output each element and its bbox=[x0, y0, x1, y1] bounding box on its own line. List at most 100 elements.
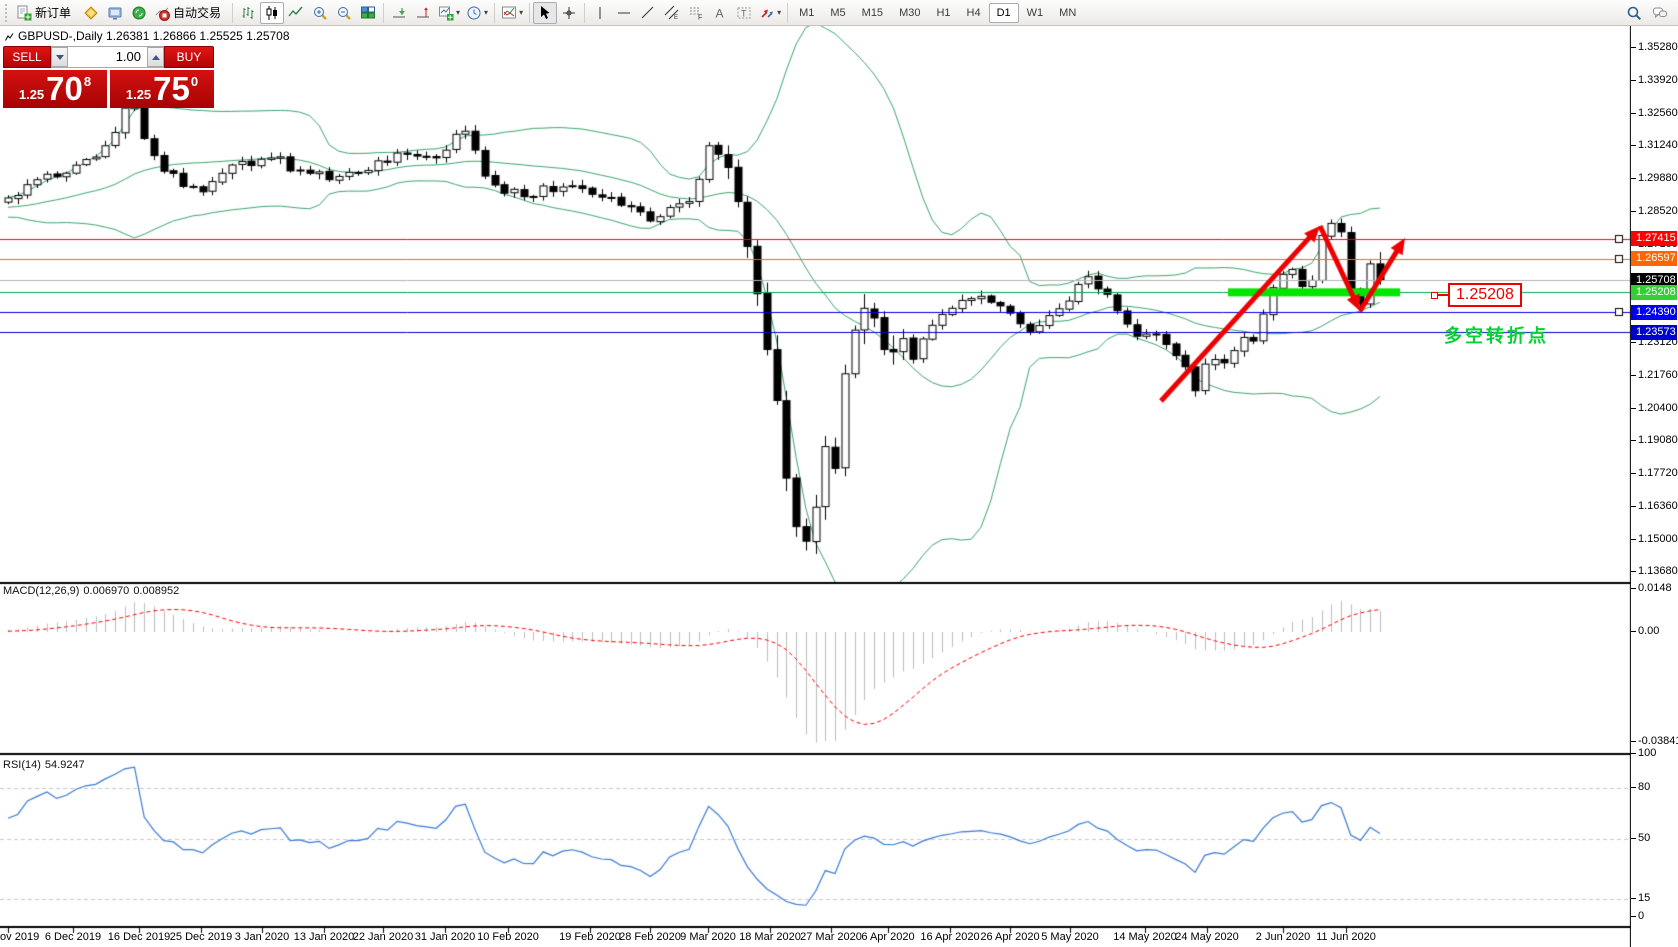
timeframe-button-mn[interactable]: MN bbox=[1051, 3, 1084, 23]
text-button[interactable]: A bbox=[708, 2, 732, 24]
shapes-dropdown[interactable]: ▾ bbox=[756, 2, 784, 24]
price-axis[interactable]: 1.352801.339201.325601.312401.298801.285… bbox=[1631, 26, 1678, 947]
date-tick-label: 6 Apr 2020 bbox=[861, 931, 914, 943]
new-order-icon bbox=[16, 5, 32, 21]
toolbar: 新订单 自动交易 bbox=[0, 0, 1678, 26]
terminal-button[interactable] bbox=[127, 2, 151, 24]
search-icon[interactable] bbox=[1626, 5, 1642, 21]
price-tick-label: 1.13680 bbox=[1638, 565, 1678, 577]
date-tick-label: 3 Jan 2020 bbox=[235, 931, 289, 943]
date-tick-label: 19 Feb 2020 bbox=[559, 931, 621, 943]
timeframe-button-m15[interactable]: M15 bbox=[854, 3, 891, 23]
timeframe-button-m5[interactable]: M5 bbox=[822, 3, 853, 23]
volume-decrease-button[interactable] bbox=[51, 47, 68, 67]
zoom-out-button[interactable] bbox=[332, 2, 356, 24]
volume-increase-button[interactable] bbox=[147, 47, 164, 67]
macd-scale-label: -0.038415 bbox=[1638, 735, 1678, 747]
timeframe-button-w1[interactable]: W1 bbox=[1019, 3, 1052, 23]
price-callout[interactable]: 1.25208 bbox=[1448, 283, 1522, 307]
cursor-button[interactable] bbox=[533, 2, 557, 24]
price-tick-label: 1.29880 bbox=[1638, 172, 1678, 184]
buy-button[interactable]: BUY bbox=[164, 46, 214, 68]
date-tick-label: 25 Dec 2019 bbox=[170, 931, 232, 943]
auto-scroll-button[interactable] bbox=[387, 2, 411, 24]
tile-windows-icon bbox=[360, 5, 376, 21]
navigator-button[interactable] bbox=[103, 2, 127, 24]
rsi-scale-label: 0 bbox=[1638, 910, 1644, 922]
date-tick-label: 10 Feb 2020 bbox=[477, 931, 539, 943]
zoom-in-button[interactable] bbox=[308, 2, 332, 24]
price-badge-1.25208: 1.25208 bbox=[1631, 285, 1677, 300]
volume-input[interactable]: 1.00 bbox=[68, 47, 147, 67]
rsi-scale-label: 100 bbox=[1638, 747, 1656, 759]
volume-control: 1.00 bbox=[51, 46, 164, 68]
sell-price-button[interactable]: 1.25 70 8 bbox=[3, 70, 107, 108]
autotrading-label: 自动交易 bbox=[170, 4, 226, 21]
timeframe-button-h4[interactable]: H4 bbox=[959, 3, 989, 23]
price-badge-1.24390: 1.24390 bbox=[1631, 305, 1677, 320]
date-axis[interactable]: 27 Nov 20196 Dec 201916 Dec 201925 Dec 2… bbox=[0, 928, 1631, 947]
trendline-icon bbox=[640, 5, 656, 21]
price-badge-1.27415: 1.27415 bbox=[1631, 231, 1677, 246]
indicators-dropdown[interactable]: ▾ bbox=[498, 2, 526, 24]
candlestick-button[interactable] bbox=[260, 2, 284, 24]
timeframe-button-m1[interactable]: M1 bbox=[791, 3, 822, 23]
date-tick-label: 6 Dec 2019 bbox=[45, 931, 101, 943]
chat-icon[interactable] bbox=[1652, 5, 1668, 21]
macd-scale-label: 0.0148 bbox=[1638, 582, 1672, 594]
price-tick-label: 1.35280 bbox=[1638, 41, 1678, 53]
zoom-out-icon bbox=[336, 5, 352, 21]
date-tick-label: 2 Jun 2020 bbox=[1256, 931, 1310, 943]
price-tick-label: 1.19080 bbox=[1638, 434, 1678, 446]
price-chart-canvas[interactable] bbox=[0, 26, 1631, 947]
price-tick-label: 1.21760 bbox=[1638, 369, 1678, 381]
horizontal-line-button[interactable] bbox=[612, 2, 636, 24]
price-tick-label: 1.31240 bbox=[1638, 139, 1678, 151]
sell-button[interactable]: SELL bbox=[3, 46, 51, 68]
date-tick-label: 13 Jan 2020 bbox=[294, 931, 355, 943]
timeframe-button-m30[interactable]: M30 bbox=[891, 3, 928, 23]
crosshair-icon bbox=[561, 5, 577, 21]
bar-chart-button[interactable] bbox=[236, 2, 260, 24]
chart-icon bbox=[5, 32, 14, 41]
date-tick-label: 24 May 2020 bbox=[1175, 931, 1239, 943]
fibonacci-button[interactable]: F bbox=[684, 2, 708, 24]
timeframe-button-h1[interactable]: H1 bbox=[928, 3, 958, 23]
equidistant-channel-button[interactable]: E bbox=[660, 2, 684, 24]
price-badge-1.26597: 1.26597 bbox=[1631, 251, 1677, 266]
new-order-button[interactable]: 新订单 bbox=[13, 2, 79, 24]
price-tick-label: 1.20400 bbox=[1638, 402, 1678, 414]
autotrading-button[interactable]: 自动交易 bbox=[151, 2, 229, 24]
date-tick-label: 5 May 2020 bbox=[1041, 931, 1098, 943]
text-label-button[interactable]: T bbox=[732, 2, 756, 24]
vertical-line-button[interactable] bbox=[588, 2, 612, 24]
zoom-in-icon bbox=[312, 5, 328, 21]
price-tick-label: 1.32560 bbox=[1638, 107, 1678, 119]
macd-scale-label: 0.00 bbox=[1638, 625, 1659, 637]
chart-shift-icon bbox=[415, 5, 431, 21]
metaeditor-button[interactable] bbox=[79, 2, 103, 24]
date-tick-label: 31 Jan 2020 bbox=[415, 931, 476, 943]
rsi-indicator-label: RSI(14)54.9247 bbox=[3, 759, 89, 771]
indicators-icon bbox=[501, 5, 517, 21]
crosshair-button[interactable] bbox=[557, 2, 581, 24]
one-click-top-row: SELL 1.00 BUY bbox=[3, 46, 214, 68]
tile-windows-button[interactable] bbox=[356, 2, 380, 24]
trendline-button[interactable] bbox=[636, 2, 660, 24]
price-tick-label: 1.16360 bbox=[1638, 500, 1678, 512]
toolbar-separator bbox=[383, 3, 384, 23]
price-tick-label: 1.15000 bbox=[1638, 533, 1678, 545]
svg-text:A: A bbox=[716, 6, 724, 20]
date-tick-label: 27 Mar 2020 bbox=[800, 931, 862, 943]
date-tick-label: 14 May 2020 bbox=[1113, 931, 1177, 943]
date-tick-label: 18 Mar 2020 bbox=[739, 931, 801, 943]
toolbar-right-group bbox=[1626, 5, 1668, 21]
chart-profiles-dropdown[interactable]: ▾ bbox=[463, 2, 491, 24]
timeframe-button-d1[interactable]: D1 bbox=[989, 3, 1019, 23]
toolbar-separator bbox=[232, 3, 233, 23]
buy-price-button[interactable]: 1.25 75 0 bbox=[110, 70, 214, 108]
date-tick-label: 16 Apr 2020 bbox=[920, 931, 979, 943]
chart-shift-button[interactable] bbox=[411, 2, 435, 24]
line-chart-button[interactable] bbox=[284, 2, 308, 24]
new-chart-dropdown[interactable]: ▾ bbox=[435, 2, 463, 24]
